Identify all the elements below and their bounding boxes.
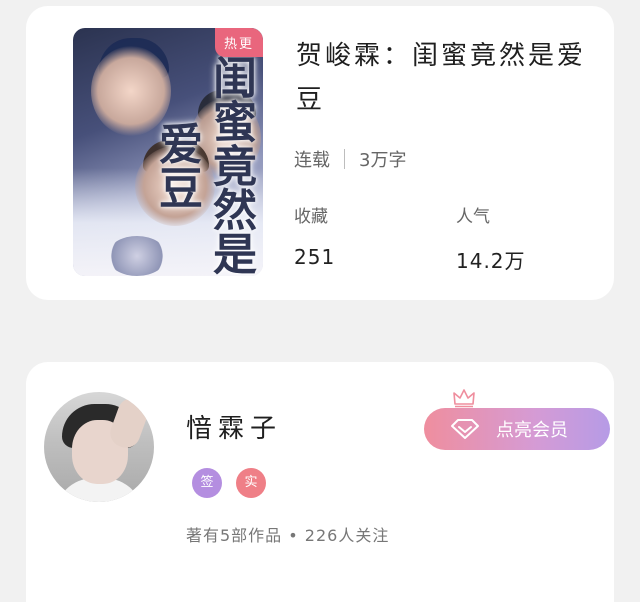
favorites-label: 收藏	[294, 207, 328, 227]
cover-art-title: 闺蜜竟然是爱豆	[151, 55, 256, 275]
meta-divider	[344, 149, 345, 169]
popularity-value: 14.2万	[456, 249, 526, 273]
popularity-stat: 人气 14.2万	[456, 202, 526, 274]
book-card[interactable]: 闺蜜竟然是爱豆 热更 贺峻霖：闺蜜竟然是爱豆 连载 3万字 收藏 251 人气 …	[26, 6, 614, 300]
book-title[interactable]: 贺峻霖：闺蜜竟然是爱豆	[296, 34, 586, 122]
crown-icon	[453, 389, 475, 408]
book-cover[interactable]: 闺蜜竟然是爱豆 热更	[73, 28, 263, 276]
membership-button-label: 点亮会员	[496, 420, 568, 441]
book-status: 连载	[294, 150, 330, 171]
popularity-label: 人气	[456, 207, 490, 227]
signed-badge: 签	[192, 468, 222, 498]
hot-update-badge: 热更	[214, 28, 263, 57]
diamond-icon	[451, 419, 479, 439]
favorites-stat: 收藏 251	[294, 202, 335, 269]
author-card: 愔霖子 签 实 著有5部作品 • 226人关注 点亮会员	[26, 362, 614, 602]
author-badges: 签 实	[192, 468, 266, 498]
author-meta: 著有5部作品 • 226人关注	[186, 526, 390, 545]
verified-badge: 实	[236, 468, 266, 498]
avatar[interactable]	[44, 392, 154, 502]
author-name[interactable]: 愔霖子	[186, 408, 282, 445]
activate-membership-button[interactable]: 点亮会员	[424, 408, 610, 450]
book-word-count: 3万字	[359, 150, 407, 171]
favorites-value: 251	[294, 245, 336, 269]
cover-flower	[107, 236, 167, 276]
book-meta: 连载 3万字	[294, 146, 406, 172]
